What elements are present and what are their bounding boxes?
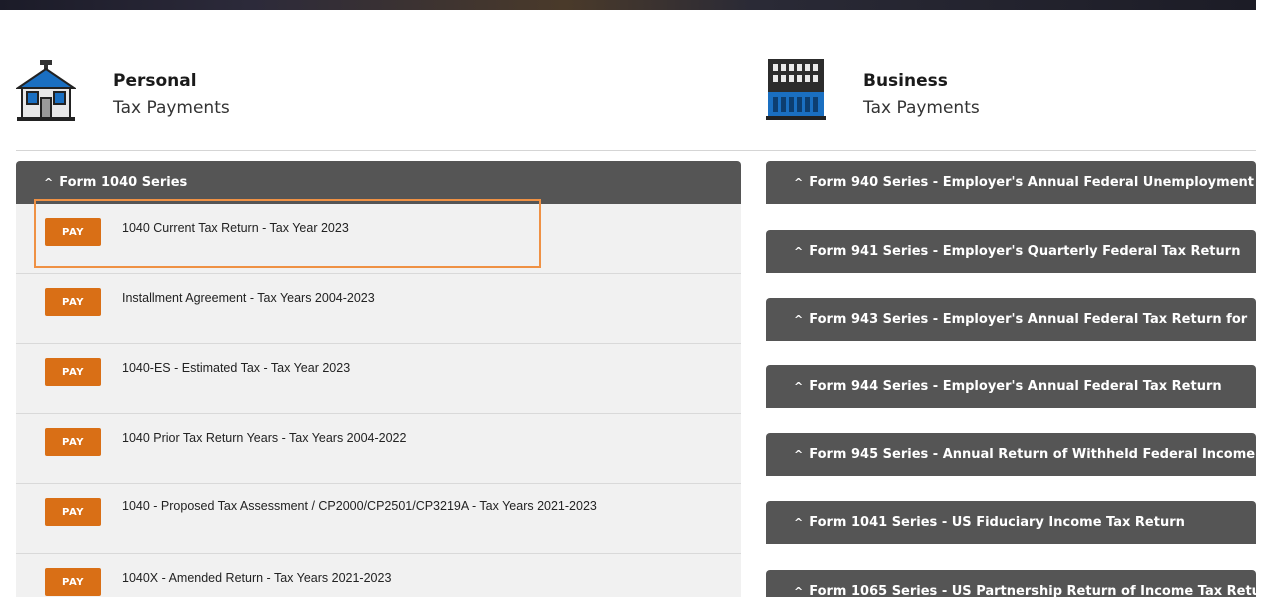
form-1040-series-header[interactable]: ^ Form 1040 Series: [16, 161, 741, 204]
chevron-up-icon: ^: [794, 585, 804, 597]
accordion-label: Form 945 Series - Annual Return of Withh…: [809, 447, 1256, 462]
personal-subtitle: Tax Payments: [113, 98, 230, 118]
personal-accordion: ^ Form 1040 Series PAY 1040 Current Tax R…: [16, 161, 741, 597]
business-accordion-header[interactable]: ^ Form 945 Series - Annual Return of With…: [766, 433, 1256, 476]
business-title: Business: [863, 71, 948, 91]
accordion-label: Form 1040 Series: [59, 175, 188, 190]
accordion-label: Form 944 Series - Employer's Annual Fede…: [809, 379, 1222, 394]
payment-row: PAY 1040 - Proposed Tax Assessment / CP2…: [16, 484, 741, 554]
office-building-icon: [766, 59, 826, 120]
payment-row: PAY 1040 Current Tax Return - Tax Year 2…: [16, 204, 741, 274]
chevron-up-icon: ^: [794, 380, 804, 393]
payment-option-label[interactable]: 1040 Current Tax Return - Tax Year 2023: [122, 221, 602, 235]
payment-row: PAY Installment Agreement - Tax Years 20…: [16, 274, 741, 344]
accordion-label: Form 941 Series - Employer's Quarterly F…: [809, 244, 1241, 259]
business-accordion-header[interactable]: ^ Form 944 Series - Employer's Annual Fed…: [766, 365, 1256, 408]
personal-title: Personal: [113, 71, 197, 91]
pay-button[interactable]: PAY: [45, 428, 101, 456]
house-icon: [16, 60, 76, 121]
payment-row: PAY 1040 Prior Tax Return Years - Tax Ye…: [16, 414, 741, 484]
section-divider: [16, 150, 1256, 151]
payment-row: PAY 1040X - Amended Return - Tax Years 2…: [16, 554, 741, 597]
business-accordion-header[interactable]: ^ Form 1041 Series - US Fiduciary Income …: [766, 501, 1256, 544]
pay-button[interactable]: PAY: [45, 358, 101, 386]
chevron-up-icon: ^: [794, 176, 804, 189]
chevron-up-icon: ^: [794, 448, 804, 461]
personal-header: Personal Tax Payments: [16, 58, 416, 123]
business-accordion-header[interactable]: ^ Form 943 Series - Employer's Annual Fed…: [766, 298, 1256, 341]
business-accordion-header[interactable]: ^ Form 940 Series - Employer's Annual Fed…: [766, 161, 1256, 204]
payment-option-label[interactable]: 1040 Prior Tax Return Years - Tax Years …: [122, 431, 602, 445]
chevron-up-icon: ^: [794, 516, 804, 529]
business-subtitle: Tax Payments: [863, 98, 980, 118]
business-accordion-header[interactable]: ^ Form 941 Series - Employer's Quarterly …: [766, 230, 1256, 273]
accordion-label: Form 940 Series - Employer's Annual Fede…: [809, 175, 1254, 190]
chevron-up-icon: ^: [794, 313, 804, 326]
chevron-up-icon: ^: [44, 176, 54, 189]
chevron-up-icon: ^: [794, 245, 804, 258]
accordion-label: Form 943 Series - Employer's Annual Fede…: [809, 312, 1248, 327]
payment-row: PAY 1040-ES - Estimated Tax - Tax Year 2…: [16, 344, 741, 414]
accordion-label: Form 1065 Series - US Partnership Return…: [809, 584, 1256, 597]
payment-option-label[interactable]: 1040-ES - Estimated Tax - Tax Year 2023: [122, 361, 602, 375]
pay-button[interactable]: PAY: [45, 288, 101, 316]
business-accordion-header[interactable]: ^ Form 1065 Series - US Partnership Retur…: [766, 570, 1256, 597]
pay-button[interactable]: PAY: [45, 498, 101, 526]
top-banner: [0, 0, 1256, 10]
accordion-label: Form 1041 Series - US Fiduciary Income T…: [809, 515, 1185, 530]
payment-option-label[interactable]: Installment Agreement - Tax Years 2004-2…: [122, 291, 602, 305]
business-header: Business Tax Payments: [766, 58, 1166, 123]
pay-button[interactable]: PAY: [45, 568, 101, 596]
payment-option-label[interactable]: 1040 - Proposed Tax Assessment / CP2000/…: [122, 499, 602, 513]
payment-option-label[interactable]: 1040X - Amended Return - Tax Years 2021-…: [122, 571, 602, 585]
pay-button[interactable]: PAY: [45, 218, 101, 246]
business-accordions: ^ Form 940 Series - Employer's Annual Fed…: [766, 161, 1256, 597]
